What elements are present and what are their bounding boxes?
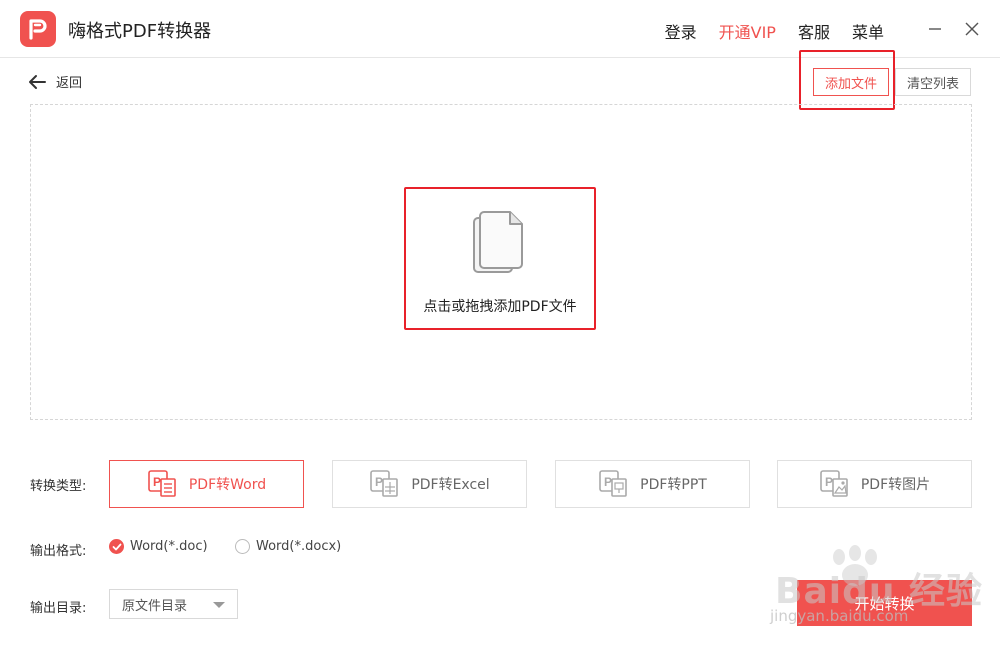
watermark-url: jingyan.baidu.com (770, 607, 909, 625)
radio-checked-icon (109, 539, 124, 554)
radio-label: Word(*.doc) (130, 539, 208, 554)
format-docx-radio[interactable]: Word(*.docx) (235, 539, 341, 554)
svg-text:P: P (825, 475, 833, 489)
pdf-to-image-icon: P (820, 470, 848, 497)
menu-link[interactable]: 菜单 (852, 19, 884, 43)
login-link[interactable]: 登录 (665, 19, 697, 43)
svg-text:P: P (153, 475, 161, 489)
pdf-to-word-icon: P (148, 470, 176, 497)
close-button[interactable] (957, 14, 987, 44)
type-pdf-to-excel-button[interactable]: P PDF转Excel (332, 460, 527, 508)
format-doc-radio[interactable]: Word(*.doc) (109, 539, 208, 554)
add-file-highlight-box (799, 50, 895, 110)
output-format-label: 输出格式: (30, 544, 87, 559)
svg-text:P: P (375, 475, 383, 489)
type-pdf-to-image-button[interactable]: P PDF转图片 (777, 460, 972, 508)
minimize-icon (929, 28, 941, 30)
type-label: PDF转Excel (411, 477, 490, 493)
service-link[interactable]: 客服 (798, 19, 830, 43)
pdf-to-ppt-icon: P (599, 470, 627, 497)
top-nav: 登录 开通VIP 客服 菜单 (665, 19, 884, 43)
drop-zone-highlight-box (404, 187, 596, 330)
radio-label: Word(*.docx) (256, 539, 342, 554)
radio-unchecked-icon (235, 539, 250, 554)
type-pdf-to-word-button[interactable]: P PDF转Word (109, 460, 304, 508)
svg-text:P: P (604, 475, 612, 489)
type-label: PDF转Word (188, 477, 267, 493)
back-label: 返回 (56, 76, 83, 91)
output-dir-label: 输出目录: (30, 601, 87, 616)
type-label: PDF转图片 (860, 477, 931, 493)
clear-list-button[interactable]: 清空列表 (895, 68, 971, 96)
back-button[interactable]: 返回 (28, 72, 82, 91)
vip-link[interactable]: 开通VIP (719, 19, 776, 43)
output-dir-value: 原文件目录 (122, 598, 188, 614)
convert-type-label: 转换类型: (30, 479, 87, 494)
minimize-button[interactable] (920, 14, 950, 44)
app-logo (20, 11, 56, 47)
close-icon (965, 22, 979, 36)
pdf-logo-icon (29, 19, 47, 40)
arrow-left-icon (29, 74, 46, 89)
output-dir-select[interactable]: 原文件目录 (109, 589, 238, 619)
pdf-to-excel-icon: P (370, 470, 399, 497)
caret-down-icon (213, 602, 225, 608)
app-title: 嗨格式PDF转换器 (68, 21, 212, 42)
type-label: PDF转PPT (640, 477, 707, 493)
type-pdf-to-ppt-button[interactable]: P PDF转PPT (555, 460, 750, 508)
